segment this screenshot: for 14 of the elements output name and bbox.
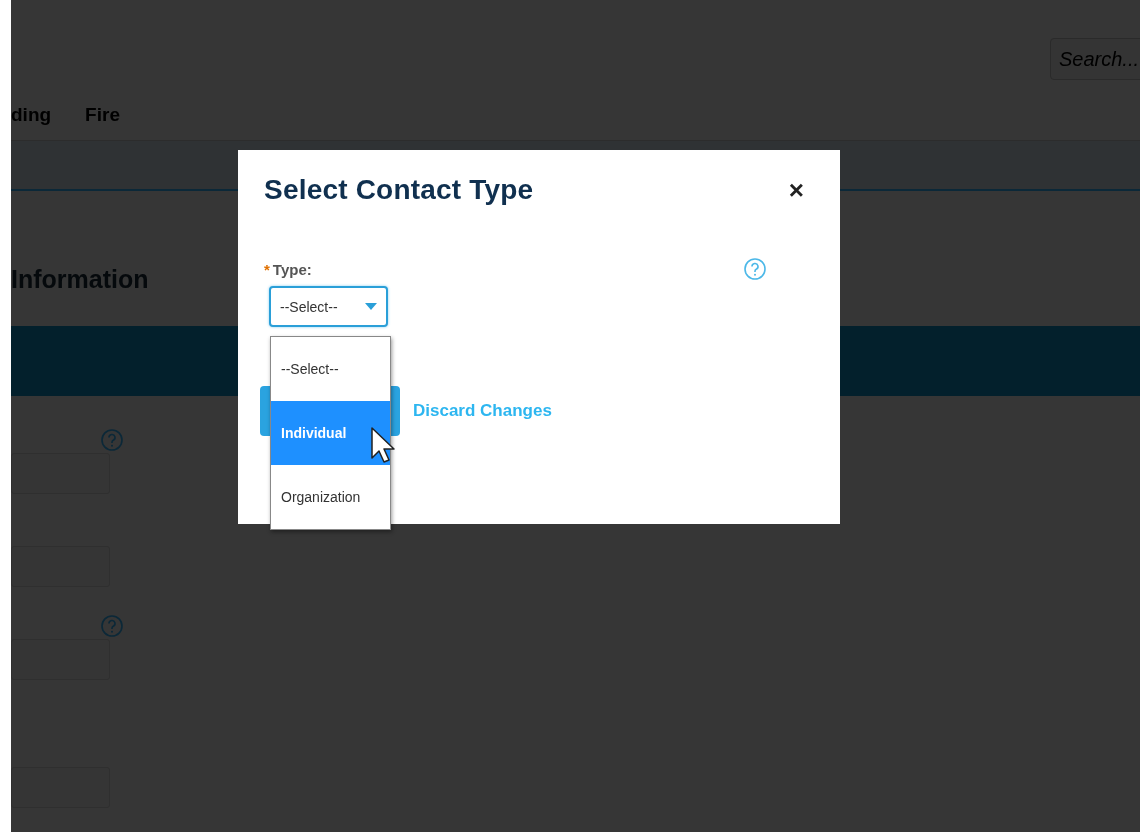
dropdown-option[interactable]: --Select-- (271, 337, 390, 401)
caret-icon (365, 303, 377, 310)
dropdown-option[interactable]: Organization (271, 465, 390, 529)
input-field[interactable] (11, 639, 110, 680)
input-field[interactable] (11, 546, 110, 587)
close-button[interactable]: × (788, 174, 804, 206)
type-select[interactable]: --Select-- (269, 286, 388, 327)
input-field[interactable] (11, 453, 110, 494)
field-label: * Type: (264, 260, 312, 278)
dialog-title: Select Contact Type (264, 174, 534, 206)
help-icon[interactable] (744, 258, 766, 280)
input-field[interactable] (11, 767, 110, 808)
help-icon[interactable] (101, 615, 123, 637)
help-icon[interactable] (101, 429, 123, 451)
